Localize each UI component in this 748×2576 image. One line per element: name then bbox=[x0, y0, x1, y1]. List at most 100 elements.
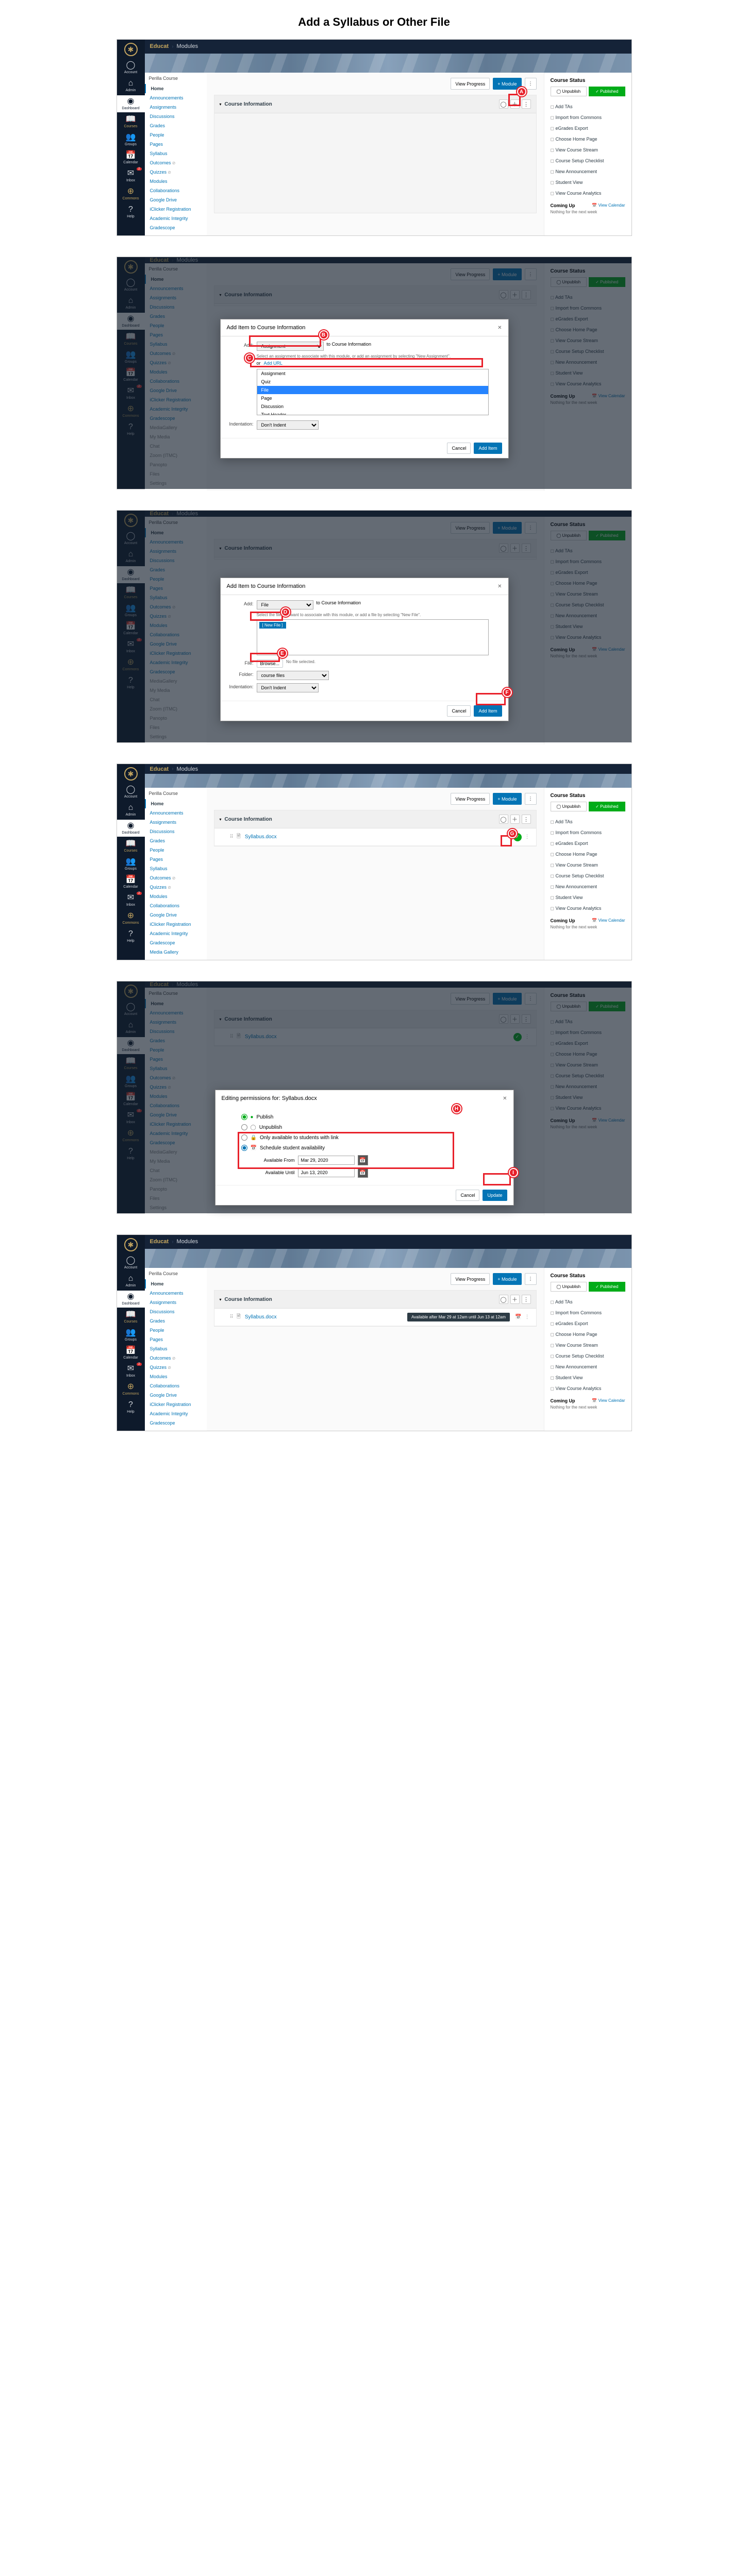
publish-icon[interactable]: ◯ bbox=[499, 99, 508, 109]
callout-g: G bbox=[508, 829, 517, 838]
dialog-title: Add Item to Course Information bbox=[227, 325, 306, 331]
hint: Select an assignment to associate with t… bbox=[257, 354, 501, 359]
type-listbox[interactable]: Assignment Quiz File Page Discussion Tex… bbox=[257, 369, 489, 415]
close-icon[interactable]: ✕ bbox=[497, 325, 502, 331]
calendar-icon[interactable]: 📅 bbox=[358, 1167, 368, 1178]
indent-select[interactable]: Don't Indent bbox=[257, 683, 319, 692]
brand: Educat bbox=[150, 43, 169, 49]
add-module-button[interactable]: + Module bbox=[493, 1273, 521, 1285]
collapse-icon[interactable]: ▾ bbox=[220, 102, 222, 107]
opt-publish[interactable]: ●Publish bbox=[241, 1112, 506, 1122]
banner bbox=[145, 54, 631, 73]
opt-schedule[interactable]: 📅Schedule student availability bbox=[241, 1143, 506, 1153]
opt-link-only[interactable]: 🔒Only available to students with link bbox=[241, 1132, 506, 1143]
topbar: Educat › Modules bbox=[145, 40, 631, 54]
options-button[interactable]: ⋮ bbox=[525, 1273, 537, 1285]
callout-d: D bbox=[281, 607, 290, 617]
rail-help[interactable]: ?Help bbox=[117, 204, 145, 221]
rail-admin[interactable]: ⌂Admin bbox=[117, 77, 145, 94]
unpublish-button[interactable]: ◯ Unpublish bbox=[551, 1282, 587, 1292]
screenshot-4: ✱◯Account⌂Admin◉Dashboard📖Courses👥Groups… bbox=[117, 764, 632, 960]
callout-c: C bbox=[245, 353, 254, 363]
close-icon[interactable]: ✕ bbox=[503, 1096, 507, 1101]
rail-account[interactable]: ◯Account bbox=[117, 59, 145, 76]
view-progress-button[interactable]: View Progress bbox=[451, 78, 490, 90]
add-item-button[interactable]: Add Item bbox=[474, 443, 502, 454]
item-options[interactable]: ⋮ bbox=[525, 1314, 530, 1320]
permissions-dialog: Editing permissions for: Syllabus.docx✕ … bbox=[215, 1090, 514, 1206]
topbar-section: Modules bbox=[177, 43, 198, 49]
add-file-dialog: Add Item to Course Information✕ Add:File… bbox=[220, 578, 509, 721]
rail-dashboard[interactable]: ◉Dashboard bbox=[117, 95, 145, 112]
module-item[interactable]: ⠿ 🗎 Syllabus.docx ✓ ⋮ bbox=[214, 828, 536, 846]
callout-e: E bbox=[278, 649, 287, 658]
callout-h: H bbox=[452, 1104, 461, 1113]
callout-a: A bbox=[517, 87, 526, 96]
add-module-button[interactable]: + Module bbox=[493, 793, 521, 805]
new-file-option[interactable]: [ New File ] bbox=[259, 622, 286, 629]
availability-pill: Available after Mar 29 at 12am until Jun… bbox=[407, 1313, 510, 1321]
callout-f: F bbox=[503, 688, 512, 697]
logo[interactable]: ✱ bbox=[124, 43, 138, 56]
add-item-dialog: Add Item to Course Information✕ Add: Ass… bbox=[220, 319, 509, 459]
file-icon: 🗎 bbox=[237, 833, 241, 841]
breadcrumb: Perilla Course bbox=[145, 73, 207, 81]
drag-icon[interactable]: ⠿ bbox=[230, 834, 234, 840]
screenshot-1: ✱ ◯Account ⌂Admin ◉Dashboard 📖Courses 👥G… bbox=[117, 39, 632, 236]
callout-i: I bbox=[509, 1168, 518, 1177]
course-nav: HomeAnnouncementsAssignmentsDiscussionsG… bbox=[145, 81, 207, 235]
add-type-select[interactable]: Assignment bbox=[257, 342, 324, 351]
or-label: or bbox=[257, 361, 261, 366]
file-listbox[interactable]: [ New File ] bbox=[257, 619, 489, 655]
options-button[interactable]: ⋮ bbox=[525, 78, 537, 90]
dialog-title: Editing permissions for: Syllabus.docx bbox=[222, 1095, 317, 1101]
rail-courses[interactable]: 📖Courses bbox=[117, 113, 145, 130]
browse-button[interactable]: Browse... bbox=[257, 659, 284, 668]
published-button[interactable]: ✓ Published bbox=[589, 87, 625, 96]
indent-select[interactable]: Don't Indent bbox=[257, 420, 319, 430]
module-title: Course Information bbox=[225, 101, 499, 107]
callout-b: B bbox=[319, 330, 328, 340]
add-url-link[interactable]: Add URL bbox=[264, 361, 283, 366]
cancel-button[interactable]: Cancel bbox=[447, 443, 471, 454]
screenshot-5: ✱◯Account⌂Admin◉Dashboard📖Courses👥Groups… bbox=[117, 981, 632, 1214]
rail-inbox[interactable]: 2✉Inbox bbox=[117, 167, 145, 184]
update-button[interactable]: Update bbox=[483, 1190, 507, 1201]
add-item-button[interactable]: Add Item bbox=[474, 705, 502, 717]
add-module-button[interactable]: + Module bbox=[493, 78, 521, 90]
cancel-button[interactable]: Cancel bbox=[447, 705, 471, 717]
sidebar: Course Status◯ Unpublish✓ PublishedAdd T… bbox=[544, 73, 631, 235]
module-item[interactable]: ⠿ 🗎 Syllabus.docx Available after Mar 29… bbox=[214, 1309, 536, 1326]
published-button[interactable]: ✓ Published bbox=[589, 1282, 625, 1292]
drag-icon[interactable]: ⠿ bbox=[230, 1314, 234, 1320]
rail-commons[interactable]: ⊕Commons bbox=[117, 185, 145, 202]
file-icon: 🗎 bbox=[237, 1313, 241, 1321]
module: ▾ Course Information ◯ ＋ ⋮ bbox=[214, 95, 537, 213]
folder-select[interactable]: course files bbox=[257, 671, 329, 680]
screenshot-6: ✱◯Account⌂Admin◉Dashboard📖Courses👥Groups… bbox=[117, 1234, 632, 1431]
rail-groups[interactable]: 👥Groups bbox=[117, 131, 145, 148]
screenshot-2: ✱◯Account⌂Admin◉Dashboard📖Courses👥Groups… bbox=[117, 257, 632, 489]
unpublish-button[interactable]: ◯ Unpublish bbox=[551, 87, 587, 96]
screenshot-3: ✱◯Account⌂Admin◉Dashboard📖Courses👥Groups… bbox=[117, 510, 632, 743]
unpublish-button[interactable]: ◯ Unpublish bbox=[551, 802, 587, 811]
calendar-icon[interactable]: 📅 bbox=[515, 1314, 521, 1320]
view-progress-button[interactable]: View Progress bbox=[451, 793, 490, 805]
published-button[interactable]: ✓ Published bbox=[589, 802, 625, 811]
view-progress-button[interactable]: View Progress bbox=[451, 1273, 490, 1285]
cancel-button[interactable]: Cancel bbox=[456, 1190, 479, 1201]
file-link[interactable]: Syllabus.docx bbox=[245, 834, 513, 840]
options-button[interactable]: ⋮ bbox=[525, 793, 537, 805]
close-icon[interactable]: ✕ bbox=[497, 584, 502, 589]
available-from-input[interactable] bbox=[298, 1156, 355, 1165]
available-until-input[interactable] bbox=[298, 1168, 355, 1177]
rail-calendar[interactable]: 📅Calendar bbox=[117, 149, 145, 166]
opt-unpublish[interactable]: ◯Unpublish bbox=[241, 1122, 506, 1132]
calendar-icon[interactable]: 📅 bbox=[358, 1155, 368, 1165]
add-item-button[interactable]: ＋ bbox=[510, 99, 520, 109]
file-link[interactable]: Syllabus.docx bbox=[245, 1314, 407, 1320]
item-options[interactable]: ⋮ bbox=[525, 834, 530, 840]
global-nav: ✱ ◯Account ⌂Admin ◉Dashboard 📖Courses 👥G… bbox=[117, 40, 145, 235]
doc-title: Add a Syllabus or Other File bbox=[0, 0, 748, 39]
module-options-button[interactable]: ⋮ bbox=[522, 99, 531, 109]
